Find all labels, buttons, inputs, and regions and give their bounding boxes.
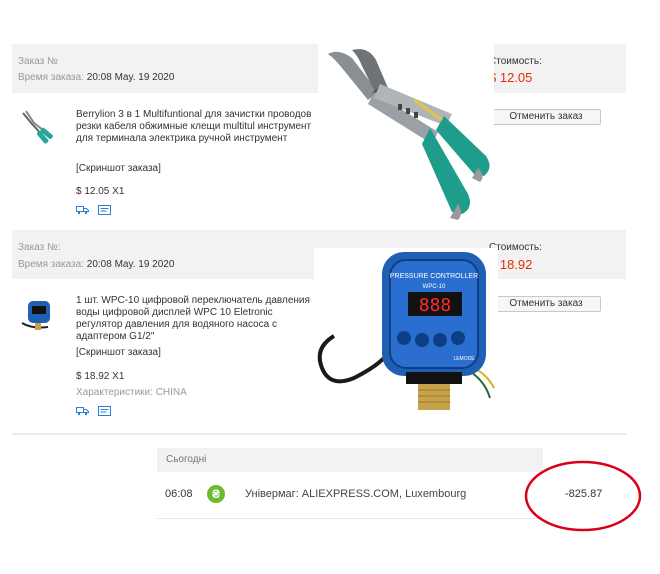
order-time-value: 20:08 May. 19 2020 (86, 259, 175, 270)
order-number: Заказ №: (18, 242, 61, 253)
cancel-order-button[interactable]: Отменить заказ (491, 109, 601, 125)
date-section-header: Сьогодні (157, 448, 543, 472)
order-time-label: Время заказа: (18, 72, 84, 83)
invoice-icon[interactable] (97, 406, 111, 416)
order-number-label: Заказ №: (18, 242, 61, 253)
highlight-circle-annotation (524, 460, 642, 532)
truck-icon[interactable] (76, 406, 89, 416)
order-action-icons (76, 406, 117, 418)
order-number-label: Заказ № (18, 56, 58, 67)
hryvnia-icon: ₴ (207, 485, 225, 503)
pressure-controller-image: PRESSURE CONTROLLER WPC-10 888 LEMODE (314, 248, 498, 420)
transaction-time: 06:08 (165, 488, 193, 500)
device-model-text: WPC-10 (423, 284, 446, 290)
order-action-icons (76, 205, 117, 217)
order-time-value: 20:08 May. 19 2020 (86, 72, 175, 83)
order-time: Время заказа: 20:08 May. 19 2020 (18, 72, 174, 83)
invoice-icon[interactable] (97, 205, 111, 215)
transaction-merchant[interactable]: Універмаг: ALIEXPRESS.COM, Luxembourg (245, 488, 466, 500)
cancel-order-button[interactable]: Отменить заказ (491, 296, 601, 312)
order-snapshot-link[interactable]: [Скриншот заказа] (76, 347, 161, 358)
section-divider (12, 433, 626, 435)
bank-transaction-panel: Сьогодні 06:08 ₴ Універмаг: ALIEXPRESS.C… (157, 446, 602, 520)
price-quantity: $ 18.92 X1 (76, 371, 125, 382)
truck-icon[interactable] (76, 205, 89, 215)
order-time: Время заказа: 20:08 May. 19 2020 (18, 259, 174, 270)
cost-box (492, 44, 626, 93)
device-maker: LEMODE (453, 356, 475, 362)
product-properties: Характеристики: CHINA (76, 387, 187, 398)
product-title[interactable]: Berrylion 3 в 1 Multifuntional для зачис… (76, 109, 316, 145)
product-thumbnail[interactable] (18, 107, 58, 147)
order-number: Заказ № (18, 56, 58, 67)
device-brand-text: PRESSURE CONTROLLER (390, 273, 478, 280)
device-display: 888 (419, 295, 452, 316)
crimping-pliers-image (318, 44, 494, 230)
product-thumbnail[interactable] (18, 293, 58, 333)
cost-label: Стоимость: (489, 56, 542, 67)
order-snapshot-link[interactable]: [Скриншот заказа] (76, 163, 161, 174)
price-quantity: $ 12.05 X1 (76, 186, 125, 197)
row-divider (157, 518, 543, 519)
product-title[interactable]: 1 шт. WPC-10 цифровой переключатель давл… (76, 295, 316, 343)
order-time-label: Время заказа: (18, 259, 84, 270)
cost-value: $ 12.05 (489, 70, 533, 85)
